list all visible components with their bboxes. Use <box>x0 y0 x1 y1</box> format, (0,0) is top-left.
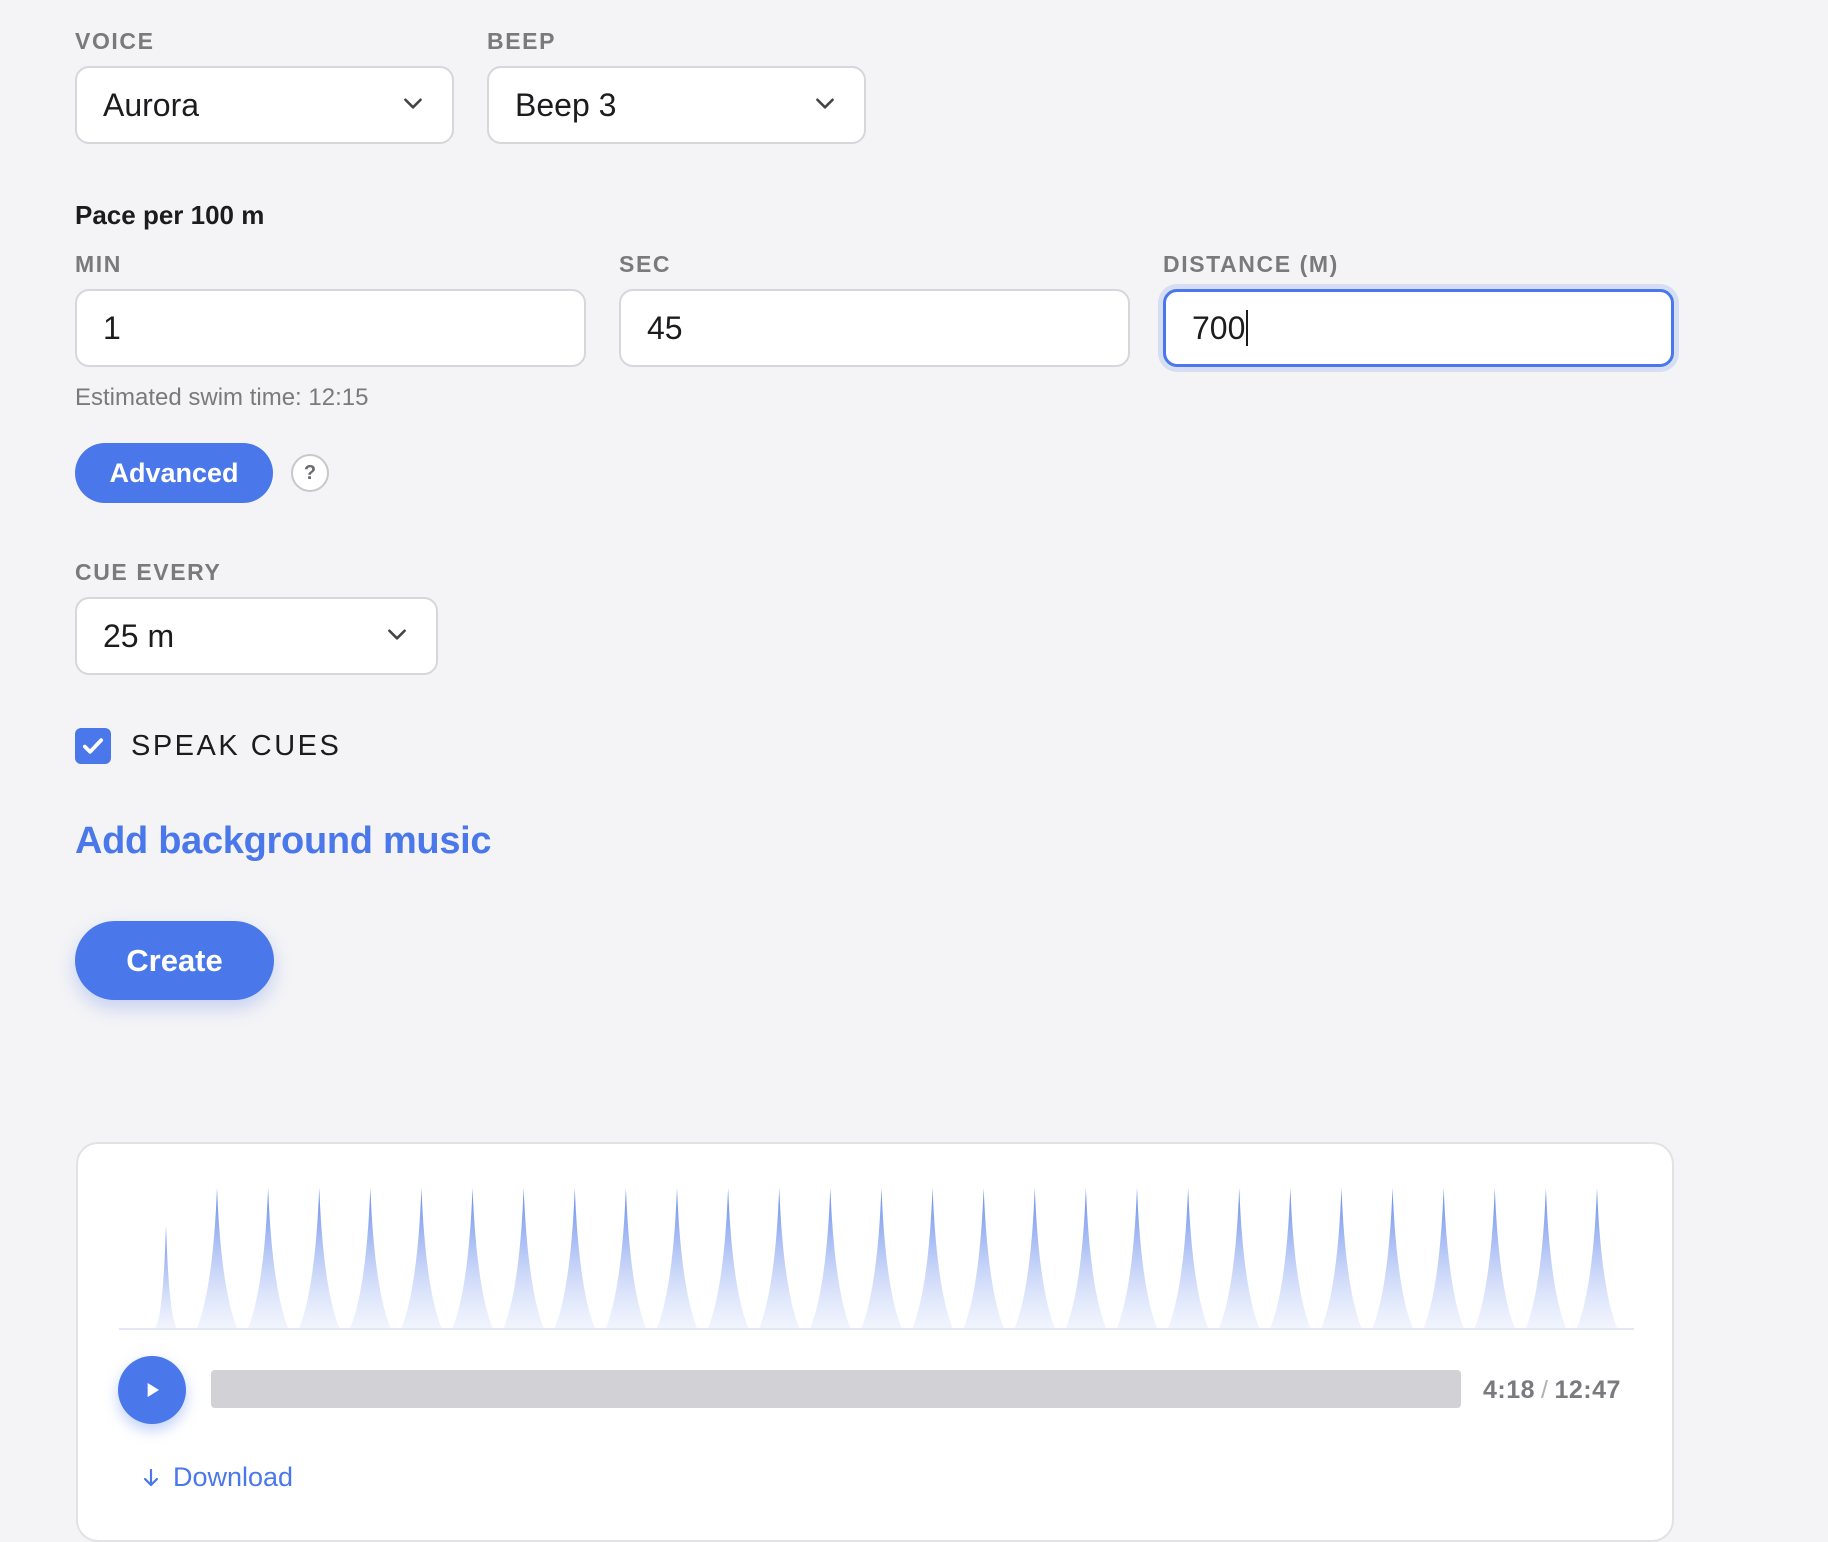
download-label: Download <box>173 1462 294 1492</box>
play-button[interactable] <box>118 1356 186 1424</box>
waveform-peak <box>1219 1188 1260 1328</box>
chevron-down-icon <box>400 87 426 124</box>
waveform-peak <box>1014 1188 1055 1328</box>
waveform-peak <box>1270 1188 1311 1328</box>
speak-cues-checkbox[interactable] <box>75 728 111 764</box>
waveform-peak <box>452 1188 493 1328</box>
waveform-peak <box>708 1188 749 1328</box>
beep-label: BEEP <box>487 28 557 54</box>
waveform-peak <box>248 1188 289 1328</box>
check-icon <box>82 738 104 754</box>
waveform-peak <box>1423 1188 1464 1328</box>
waveform <box>119 1188 1634 1330</box>
arrow-down-icon <box>143 1468 159 1486</box>
estimated-swim-time: Estimated swim time: 12:15 <box>75 384 369 411</box>
voice-select[interactable]: Aurora <box>75 66 454 144</box>
play-icon <box>147 1382 160 1398</box>
sec-input[interactable]: 45 <box>619 289 1130 367</box>
waveform-peak <box>299 1188 340 1328</box>
progress-track[interactable] <box>211 1370 1461 1408</box>
waveform-peak <box>912 1188 953 1328</box>
advanced-button[interactable]: Advanced <box>75 443 273 503</box>
waveform-peak <box>1168 1188 1209 1328</box>
help-icon[interactable]: ? <box>291 454 329 492</box>
waveform-peak <box>1577 1188 1617 1328</box>
min-input-value: 1 <box>103 309 121 346</box>
voice-label: VOICE <box>75 28 155 54</box>
distance-label: DISTANCE (M) <box>1163 251 1339 277</box>
cue-every-select-value: 25 m <box>103 617 175 654</box>
chevron-down-icon <box>812 87 838 124</box>
cue-every-select[interactable]: 25 m <box>75 597 438 675</box>
sec-label: SEC <box>619 251 672 277</box>
pace-heading: Pace per 100 m <box>75 200 265 230</box>
waveform-peak <box>1372 1188 1413 1328</box>
waveform-peak <box>759 1188 800 1328</box>
download-link[interactable]: Download <box>139 1462 293 1493</box>
waveform-peak <box>197 1188 237 1328</box>
waveform-peak <box>1321 1188 1362 1328</box>
voice-select-value: Aurora <box>103 86 200 123</box>
add-background-music-link[interactable]: Add background music <box>75 820 492 863</box>
distance-input[interactable]: 700 <box>1163 289 1674 367</box>
waveform-peak <box>401 1188 442 1328</box>
waveform-peak <box>1117 1188 1157 1328</box>
waveform-peak <box>1474 1188 1515 1328</box>
waveform-peak <box>810 1188 851 1328</box>
cue-every-label: CUE EVERY <box>75 559 222 585</box>
distance-input-value: 700 <box>1192 309 1246 346</box>
current-time: 4:18 <box>1483 1376 1536 1404</box>
total-time: 12:47 <box>1554 1376 1621 1404</box>
waveform-peak <box>350 1188 391 1328</box>
waveform-blip <box>155 1226 177 1328</box>
text-caret <box>1246 310 1249 346</box>
beep-select-value: Beep 3 <box>515 86 617 123</box>
waveform-peak <box>1525 1188 1566 1328</box>
sec-input-value: 45 <box>647 309 683 346</box>
min-label: MIN <box>75 251 122 277</box>
min-input[interactable]: 1 <box>75 289 586 367</box>
create-button[interactable]: Create <box>75 921 274 1000</box>
beep-select[interactable]: Beep 3 <box>487 66 866 144</box>
waveform-peak <box>503 1188 544 1328</box>
chevron-down-icon <box>384 618 410 655</box>
waveform-peak <box>657 1188 697 1328</box>
audio-player-card: 4:18/12:47 Download <box>76 1142 1674 1542</box>
waveform-peak <box>605 1188 646 1328</box>
waveform-peak <box>554 1188 595 1328</box>
waveform-peak <box>963 1188 1004 1328</box>
speak-cues-label[interactable]: SPEAK CUES <box>131 728 341 764</box>
playback-time: 4:18/12:47 <box>1483 1376 1621 1405</box>
time-separator: / <box>1541 1376 1549 1404</box>
waveform-peak <box>861 1188 902 1328</box>
waveform-peak <box>1065 1188 1106 1328</box>
